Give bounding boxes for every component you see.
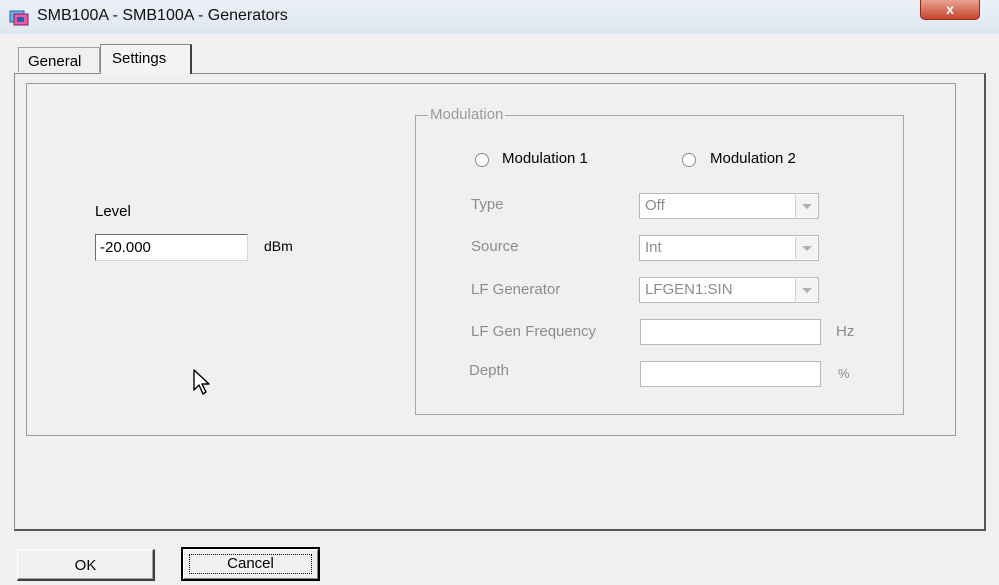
window-title: SMB100A - SMB100A - Generators [37, 7, 288, 24]
tab-settings[interactable]: Settings [100, 44, 192, 74]
depth-unit: % [838, 366, 850, 381]
level-unit: dBm [264, 238, 293, 254]
modulation-1-label[interactable]: Modulation 1 [502, 150, 588, 167]
modulation-group-label: Modulation [428, 106, 506, 123]
depth-input[interactable] [640, 361, 821, 387]
mouse-pointer-icon [193, 369, 210, 395]
modulation-1-radio[interactable] [475, 153, 489, 167]
level-label: Level [95, 203, 131, 220]
source-value: Int [645, 239, 662, 256]
source-select[interactable]: Int [639, 235, 819, 261]
ok-button[interactable]: OK [17, 549, 155, 581]
type-select[interactable]: Off [639, 193, 819, 219]
close-button[interactable]: x [920, 0, 980, 20]
modulation-2-radio[interactable] [682, 153, 696, 167]
lf-generator-select[interactable]: LFGEN1:SIN [639, 277, 819, 303]
focus-rectangle [189, 554, 312, 574]
chevron-down-icon[interactable] [795, 237, 817, 259]
tab-general[interactable]: General [18, 47, 100, 72]
title-bar: SMB100A - SMB100A - Generators x [0, 0, 999, 34]
modulation-2-label[interactable]: Modulation 2 [710, 150, 796, 167]
lf-generator-label: LF Generator [471, 281, 561, 298]
chevron-down-icon[interactable] [795, 195, 817, 217]
type-label: Type [471, 196, 504, 213]
lf-gen-frequency-input[interactable] [640, 319, 821, 345]
cancel-button[interactable]: Cancel [181, 547, 320, 581]
app-icon [9, 10, 29, 26]
level-input[interactable] [95, 234, 248, 261]
source-label: Source [471, 238, 519, 255]
lf-generator-value: LFGEN1:SIN [645, 281, 733, 298]
depth-label: Depth [469, 362, 510, 379]
chevron-down-icon[interactable] [795, 279, 817, 301]
lf-gen-frequency-label: LF Gen Frequency [471, 323, 597, 340]
lf-gen-frequency-unit: Hz [836, 323, 855, 340]
type-value: Off [645, 197, 665, 214]
